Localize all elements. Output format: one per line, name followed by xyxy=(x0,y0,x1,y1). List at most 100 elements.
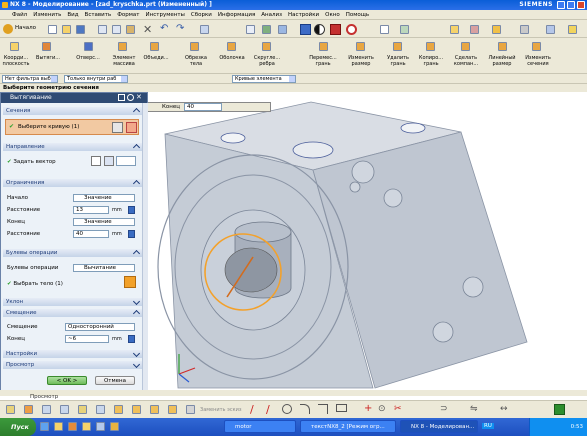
preview-group-header[interactable]: Просмотр xyxy=(3,361,142,369)
taskbar-item-textnx8[interactable]: текстNX8_2 [Режим огр... xyxy=(300,420,396,433)
resize-face-icon[interactable] xyxy=(356,42,365,51)
quicklaunch-app-icon[interactable] xyxy=(96,422,105,431)
reset-orient-icon[interactable] xyxy=(278,25,287,34)
polyline-icon[interactable]: ∕ xyxy=(266,403,270,416)
unite-button[interactable]: Объеди... xyxy=(140,55,172,61)
copy-icon[interactable] xyxy=(112,25,121,34)
dialog-reset-icon[interactable] xyxy=(118,94,125,101)
command-finder-icon[interactable] xyxy=(200,25,209,34)
extrude-icon[interactable] xyxy=(42,42,51,51)
curve-rule-select[interactable]: Кривые элемента xyxy=(232,75,296,83)
menu-window[interactable]: Окно xyxy=(322,10,343,20)
edge-blend-button[interactable]: Скругле... ребра xyxy=(250,55,284,67)
layer-icon[interactable] xyxy=(262,25,271,34)
menu-preferences[interactable]: Настройки xyxy=(285,10,322,20)
dialog-gear-icon[interactable] xyxy=(127,94,134,101)
menu-format[interactable]: Формат xyxy=(114,10,142,20)
fillet-icon[interactable] xyxy=(300,404,310,414)
direction-group-header[interactable]: Направление xyxy=(3,143,142,151)
taskbar-item-motor[interactable]: motor xyxy=(224,420,296,433)
edit-section-button[interactable]: Изменить сечения xyxy=(520,55,556,67)
dimension-icon[interactable]: ↔ xyxy=(500,404,508,414)
end-distance-spinner[interactable] xyxy=(128,230,135,238)
vector-dropdown[interactable] xyxy=(116,156,136,166)
start-distance-input[interactable]: 13 xyxy=(73,206,109,214)
graphics-window[interactable] xyxy=(143,92,587,390)
cut-icon[interactable] xyxy=(98,25,107,34)
select-curve-row[interactable]: ✔ Выберите кривую (1) xyxy=(5,119,139,135)
sketch-rect-icon[interactable] xyxy=(336,404,347,412)
save-icon[interactable] xyxy=(76,25,85,34)
project-curve-icon[interactable] xyxy=(150,405,159,414)
shell-icon[interactable] xyxy=(227,42,236,51)
linear-dimension-button[interactable]: Линейный размер xyxy=(484,55,520,67)
redo-icon[interactable]: ↷ xyxy=(176,23,184,34)
paste-icon[interactable] xyxy=(126,25,135,34)
copy-face-button[interactable]: Копиро... грань xyxy=(414,55,448,67)
quicklaunch-media-icon[interactable] xyxy=(68,422,77,431)
hole-button[interactable]: Отверс... xyxy=(68,55,108,61)
arc-icon[interactable] xyxy=(78,405,87,414)
sketch-icon[interactable] xyxy=(60,405,69,414)
menu-analysis[interactable]: Анализ xyxy=(258,10,285,20)
offset-type-select[interactable]: Односторонний xyxy=(65,323,135,331)
end-distance-onscreen-input[interactable]: Конец 40 xyxy=(137,102,271,112)
background-color-icon[interactable] xyxy=(380,25,389,34)
cancel-button[interactable]: Отмена xyxy=(95,376,135,385)
snap-point-icon[interactable] xyxy=(6,405,15,414)
measure-icon[interactable] xyxy=(450,25,459,34)
display-mode-icon[interactable] xyxy=(314,24,325,35)
constraint-icon[interactable]: ⊙ xyxy=(378,404,386,414)
ok-button[interactable]: < OK > xyxy=(47,376,87,385)
boolean-group-header[interactable]: Булевы операции xyxy=(3,249,142,257)
menu-tools[interactable]: Инструменты xyxy=(143,10,188,20)
minimize-button[interactable] xyxy=(557,1,565,9)
menu-file[interactable]: Файл xyxy=(0,10,30,20)
resize-face-button[interactable]: Изменить размер xyxy=(343,55,379,67)
new-file-icon[interactable] xyxy=(48,25,57,34)
shaded-with-edges-icon[interactable] xyxy=(300,24,311,35)
shaded-icon[interactable] xyxy=(330,24,341,35)
onscreen-end-value[interactable]: 40 xyxy=(184,103,222,111)
extrude-button[interactable]: Вытяги... xyxy=(32,55,64,61)
limits-group-header[interactable]: Ограничения xyxy=(3,179,142,187)
curve-icon[interactable] xyxy=(132,405,141,414)
section-group-header[interactable]: Сечения xyxy=(3,107,142,115)
body-select-icon[interactable] xyxy=(124,276,136,288)
move-face-icon[interactable] xyxy=(319,42,328,51)
start-mode-select[interactable]: Значение xyxy=(73,194,135,202)
offset-curve-icon[interactable] xyxy=(168,405,177,414)
trim-body-icon[interactable] xyxy=(190,42,199,51)
orient-view-icon[interactable] xyxy=(492,25,501,34)
make-component-button[interactable]: Сделать компан... xyxy=(448,55,484,67)
close-button[interactable] xyxy=(577,1,585,9)
replace-sketch-label[interactable]: Заменить эскиз xyxy=(200,407,242,413)
start-menu-button[interactable]: Начало xyxy=(15,25,36,31)
pattern-feature-button[interactable]: Элемент массива xyxy=(108,55,140,67)
menu-help[interactable]: Помощь xyxy=(343,10,372,20)
sketch-point-icon[interactable]: + xyxy=(364,403,372,414)
settings-icon[interactable] xyxy=(520,25,529,34)
quicklaunch-folder-icon[interactable] xyxy=(82,422,91,431)
curve-select-icon[interactable] xyxy=(126,122,137,133)
select-body-row[interactable]: ✔ Выбрать тело (1) xyxy=(7,280,117,288)
window-icon[interactable] xyxy=(246,25,255,34)
help-icon[interactable] xyxy=(568,25,577,34)
chamfer-icon[interactable] xyxy=(318,404,328,414)
finish-sketch-icon[interactable] xyxy=(554,404,565,415)
sketch-section-icon[interactable] xyxy=(112,122,123,133)
boolean-op-select[interactable]: Вычитание xyxy=(73,264,135,272)
model-view[interactable] xyxy=(143,92,587,390)
type-filter-select[interactable]: Нет фильтра выб xyxy=(2,75,58,83)
open-folder-icon[interactable] xyxy=(62,25,71,34)
delete-icon[interactable]: ✕ xyxy=(143,23,152,36)
reverse-direction-icon[interactable] xyxy=(91,156,101,166)
scope-select[interactable]: Только внутри раб xyxy=(64,75,128,83)
start-button[interactable]: Пуск xyxy=(0,418,36,436)
unite-icon[interactable] xyxy=(150,42,159,51)
pattern-feature-icon[interactable] xyxy=(118,42,127,51)
draft-group-header[interactable]: Уклон xyxy=(3,298,142,306)
language-indicator[interactable]: RU xyxy=(482,423,494,429)
menu-information[interactable]: Информация xyxy=(215,10,258,20)
wireframe-icon[interactable] xyxy=(346,24,357,35)
